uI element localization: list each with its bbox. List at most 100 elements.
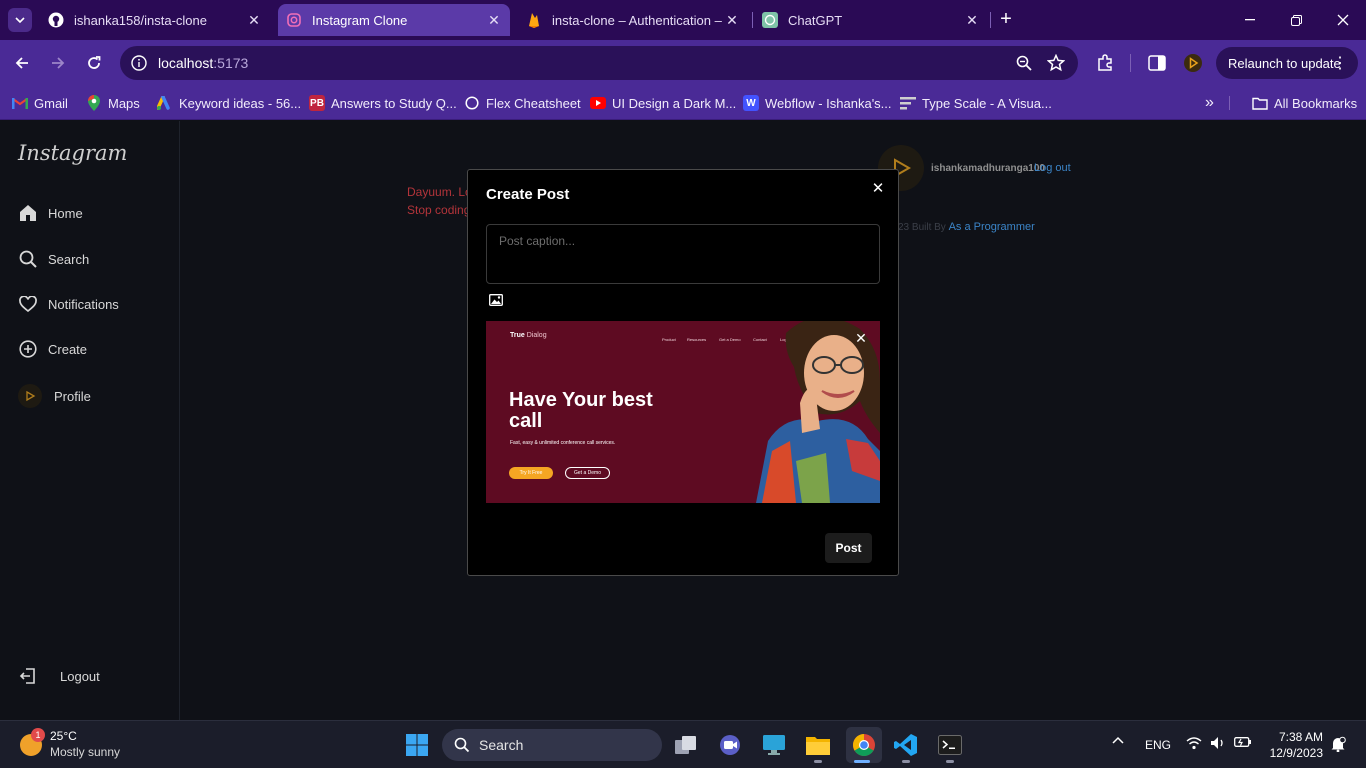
tab-title: ChatGPT — [788, 12, 843, 28]
sidebar-item-notifications[interactable]: Notifications — [18, 292, 119, 316]
weather-description[interactable]: Mostly sunny — [50, 745, 120, 759]
close-tab-icon[interactable]: ✕ — [722, 10, 742, 30]
active-indicator — [854, 760, 870, 763]
selected-image-preview: True Dialog Product Resources Get a Demo… — [486, 321, 880, 503]
file-explorer-icon[interactable] — [804, 731, 832, 759]
profile-avatar-icon[interactable] — [1182, 52, 1204, 74]
preview-brand-light: Dialog — [526, 332, 547, 339]
footer-link[interactable]: As a Programmer — [949, 221, 1035, 233]
tab-github[interactable]: ishanka158/insta-clone ✕ — [40, 4, 270, 36]
clock-time: 7:38 AM — [1278, 730, 1323, 744]
instagram-icon — [286, 12, 302, 28]
windows-start-icon[interactable] — [406, 734, 428, 756]
webflow-icon: W — [743, 95, 759, 111]
bookmark-star-icon[interactable] — [1046, 53, 1066, 73]
url-text: localhost:5173 — [158, 55, 1014, 71]
close-tab-icon[interactable]: ✕ — [244, 10, 264, 30]
close-icon[interactable]: ✕ — [870, 180, 886, 197]
show-hidden-icons-chevron-icon[interactable] — [1112, 736, 1124, 744]
preview-nav-item: Resources — [687, 337, 707, 342]
new-tab-button[interactable]: + — [996, 9, 1016, 30]
sidebar-item-search[interactable]: Search — [18, 247, 89, 271]
feed-post-text: Dayuum. Lo Stop coding — [407, 183, 472, 219]
bookmark-gmail[interactable]: Gmail — [12, 93, 68, 113]
google-ads-icon — [157, 95, 173, 111]
tab-instagram-clone[interactable]: Instagram Clone ✕ — [278, 4, 510, 36]
sidebar-item-profile[interactable]: Profile — [18, 384, 91, 408]
sidebar-item-logout[interactable]: Logout — [18, 664, 100, 688]
bookmark-flex-cheatsheet[interactable]: Flex Cheatsheet — [464, 93, 581, 113]
volume-icon[interactable] — [1210, 736, 1226, 750]
post-caption-input[interactable] — [486, 224, 880, 284]
bookmark-label: Flex Cheatsheet — [486, 95, 581, 111]
close-tab-icon[interactable]: ✕ — [484, 10, 504, 30]
remove-image-icon[interactable]: ✕ — [854, 331, 868, 345]
extensions-icon[interactable] — [1094, 52, 1116, 74]
chrome-icon[interactable] — [846, 727, 882, 763]
instagram-logo[interactable]: Instagram — [18, 141, 127, 165]
bookmark-ui-design[interactable]: UI Design a Dark M... — [590, 93, 736, 113]
logout-label: Logout — [60, 668, 100, 684]
site-info-icon[interactable] — [130, 54, 148, 72]
post-button[interactable]: Post — [825, 533, 872, 563]
bookmark-label: Answers to Study Q... — [331, 95, 457, 111]
zoom-icon[interactable] — [1014, 53, 1034, 73]
feed-post-line: Dayuum. Lo — [407, 185, 472, 199]
log-out-link[interactable]: Log out — [1034, 162, 1071, 174]
heart-icon — [18, 294, 38, 314]
toolbar-divider — [1130, 54, 1131, 72]
woman-photo-image — [756, 321, 880, 503]
reload-icon[interactable] — [82, 51, 106, 75]
address-bar[interactable]: localhost:5173 — [120, 46, 1078, 80]
back-icon[interactable] — [10, 51, 34, 75]
clock-date: 12/9/2023 — [1269, 746, 1323, 760]
notification-bell-icon[interactable] — [1330, 736, 1346, 752]
bookmark-type-scale[interactable]: Type Scale - A Visua... — [900, 93, 1052, 113]
forward-icon[interactable] — [46, 51, 70, 75]
vscode-icon[interactable] — [892, 731, 920, 759]
modal-title: Create Post — [486, 186, 570, 203]
bookmark-keyword-ideas[interactable]: Keyword ideas - 56... — [157, 93, 301, 113]
bookmarks-overflow-button[interactable]: » — [1205, 93, 1214, 113]
username[interactable]: ishankamadhuranga100 — [931, 163, 1045, 174]
weather-temperature[interactable]: 25°C — [50, 729, 77, 743]
tab-search-button[interactable] — [8, 8, 32, 32]
avatar-icon — [18, 384, 42, 408]
more-vertical-icon[interactable]: ⋮ — [1332, 53, 1348, 73]
circle-icon — [464, 95, 480, 111]
bookmark-webflow[interactable]: W Webflow - Ishanka's... — [743, 93, 892, 113]
battery-icon[interactable] — [1234, 736, 1252, 748]
firebase-icon — [526, 12, 542, 28]
relaunch-to-update-button[interactable]: Relaunch to update ⋮ — [1216, 47, 1358, 79]
restore-icon[interactable] — [1286, 10, 1306, 30]
tab-title: insta-clone – Authentication – F — [552, 12, 722, 28]
search-icon — [454, 737, 470, 753]
tab-firebase[interactable]: insta-clone – Authentication – F ✕ — [518, 4, 748, 36]
meet-icon[interactable] — [716, 731, 744, 759]
side-panel-icon[interactable] — [1146, 52, 1168, 74]
sidebar-item-create[interactable]: Create — [18, 337, 87, 361]
sidebar-item-home[interactable]: Home — [18, 201, 83, 225]
preview-brand: True Dialog — [510, 332, 547, 339]
close-window-icon[interactable] — [1333, 10, 1353, 30]
terminal-icon[interactable] — [936, 731, 964, 759]
all-bookmarks-button[interactable]: All Bookmarks — [1252, 93, 1357, 113]
image-upload-icon[interactable] — [489, 293, 503, 306]
system-clock[interactable]: 7:38 AM 12/9/2023 — [1264, 729, 1323, 761]
pb-icon: PB — [309, 95, 325, 111]
feed-post-line: Stop coding — [407, 203, 471, 217]
input-language[interactable]: ENG — [1145, 738, 1171, 752]
minimize-icon[interactable] — [1240, 10, 1260, 30]
youtube-icon — [590, 95, 606, 111]
maps-icon — [86, 95, 102, 111]
task-view-icon[interactable] — [672, 731, 700, 759]
taskbar-search[interactable]: Search — [442, 729, 662, 761]
bookmark-maps[interactable]: Maps — [86, 93, 140, 113]
notification-badge: 1 — [31, 728, 45, 742]
github-icon — [48, 12, 64, 28]
close-tab-icon[interactable]: ✕ — [962, 10, 982, 30]
tab-chatgpt[interactable]: ChatGPT ✕ — [754, 4, 988, 36]
bookmark-answers[interactable]: PB Answers to Study Q... — [309, 93, 457, 113]
wifi-icon[interactable] — [1186, 736, 1202, 750]
desktop-icon[interactable] — [760, 731, 788, 759]
